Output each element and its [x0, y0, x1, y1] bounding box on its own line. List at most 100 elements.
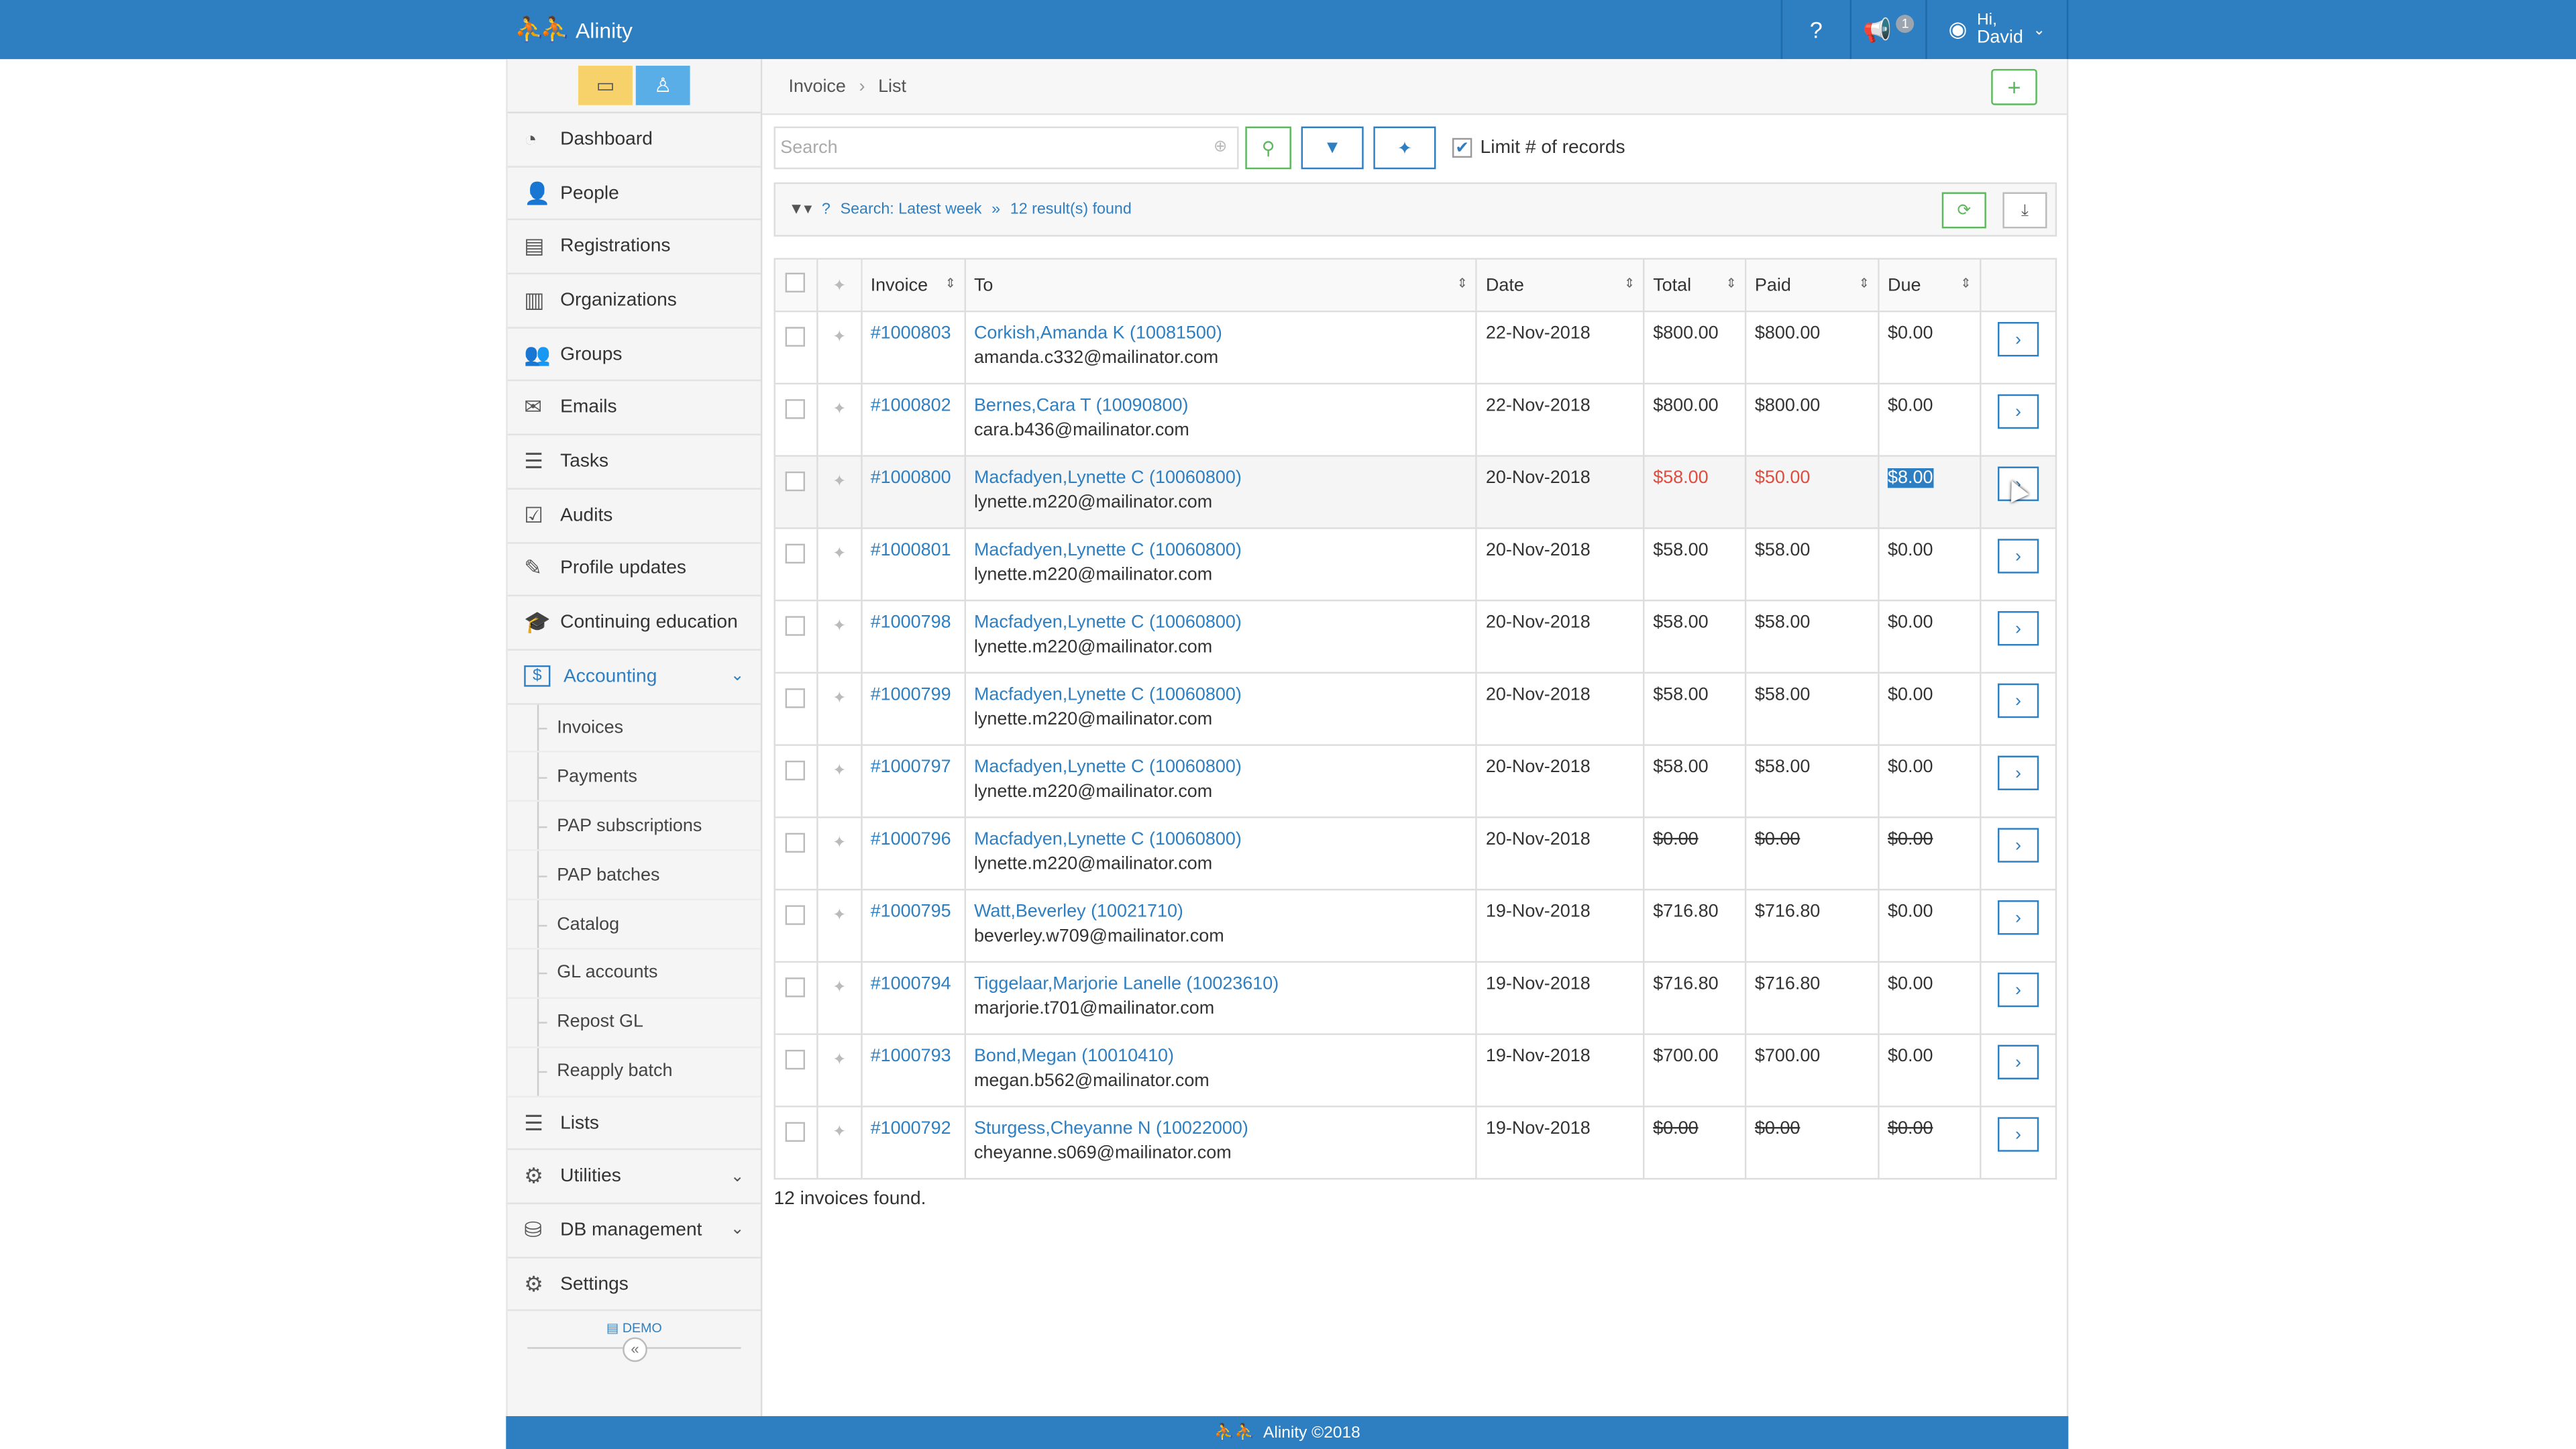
- sidebar-subitem-gl-accounts[interactable]: GL accounts: [507, 949, 761, 999]
- table-row[interactable]: ✦ #1000801 Macfadyen,Lynette C (10060800) l…: [773, 527, 2057, 602]
- person-link[interactable]: Macfadyen,Lynette C (10060800): [974, 830, 1242, 849]
- sidebar-item-lists[interactable]: ☰ Lists: [507, 1097, 761, 1151]
- header-date[interactable]: Date ⇕: [1476, 258, 1645, 313]
- person-link[interactable]: Watt,Beverley (10021710): [974, 902, 1183, 922]
- pin-icon[interactable]: ✦: [833, 401, 847, 419]
- limit-records-checkbox[interactable]: ✔ Limit # of records: [1452, 138, 1625, 158]
- person-link[interactable]: Bond,Megan (10010410): [974, 1046, 1174, 1066]
- pin-icon[interactable]: ✦: [833, 762, 847, 780]
- person-link[interactable]: Sturgess,Cheyanne N (10022000): [974, 1119, 1248, 1138]
- person-link[interactable]: Bernes,Cara T (10090800): [974, 396, 1188, 415]
- row-checkbox[interactable]: [786, 1049, 806, 1070]
- sidebar-item-continuing-education[interactable]: 🎓 Continuing education: [507, 596, 761, 651]
- search-description[interactable]: Search: Latest week: [841, 201, 982, 219]
- pin-button[interactable]: ✦: [1373, 126, 1436, 170]
- person-link[interactable]: Macfadyen,Lynette C (10060800): [974, 468, 1242, 488]
- invoice-link[interactable]: #1000802: [871, 396, 951, 415]
- help-icon[interactable]: ?: [822, 201, 830, 219]
- user-menu[interactable]: ◉ Hi, David ⌄: [1925, 0, 2069, 60]
- row-checkbox[interactable]: [786, 760, 806, 781]
- collapse-sidebar-button[interactable]: «: [623, 1338, 647, 1363]
- sidebar-item-accounting[interactable]: $ Accounting ⌄: [507, 650, 761, 704]
- sidebar-subitem-catalog[interactable]: Catalog: [507, 900, 761, 950]
- open-invoice-button[interactable]: ›: [1997, 322, 2039, 357]
- desktop-view-button[interactable]: ▭: [578, 65, 633, 105]
- table-row[interactable]: ✦ #1000800 Macfadyen,Lynette C (10060800) l…: [773, 455, 2057, 529]
- sidebar-item-groups[interactable]: 👥 Groups: [507, 328, 761, 382]
- search-input[interactable]: Search ⊕: [773, 126, 1239, 170]
- pin-icon[interactable]: ✦: [833, 473, 847, 491]
- person-link[interactable]: Macfadyen,Lynette C (10060800): [974, 757, 1242, 777]
- header-invoice[interactable]: Invoice ⇕: [861, 258, 966, 313]
- download-button[interactable]: ⤓: [2002, 192, 2047, 229]
- open-invoice-button[interactable]: ›: [1997, 828, 2039, 863]
- open-invoice-button[interactable]: ›: [1997, 972, 2039, 1008]
- notifications-button[interactable]: 📢 1: [1849, 0, 1926, 60]
- pin-icon[interactable]: ✦: [833, 618, 847, 636]
- row-checkbox[interactable]: [786, 1122, 806, 1142]
- pin-icon[interactable]: ✦: [833, 545, 847, 564]
- row-checkbox[interactable]: [786, 616, 806, 636]
- table-row[interactable]: ✦ #1000795 Watt,Beverley (10021710) beverle…: [773, 888, 2057, 963]
- invoice-link[interactable]: #1000796: [871, 830, 951, 849]
- sidebar-item-profile-updates[interactable]: ✎ Profile updates: [507, 543, 761, 597]
- open-invoice-button[interactable]: ›: [1997, 683, 2039, 718]
- invoice-link[interactable]: #1000793: [871, 1046, 951, 1066]
- filter-button[interactable]: ▼: [1301, 126, 1364, 170]
- invoice-link[interactable]: #1000803: [871, 323, 951, 343]
- sidebar-subitem-payments[interactable]: Payments: [507, 753, 761, 802]
- app-logo[interactable]: ⛹⛹ Alinity: [515, 15, 633, 44]
- open-invoice-button[interactable]: ›: [1997, 755, 2039, 790]
- invoice-link[interactable]: #1000798: [871, 612, 951, 632]
- row-checkbox[interactable]: [786, 977, 806, 998]
- table-row[interactable]: ✦ #1000793 Bond,Megan (10010410) megan.b562…: [773, 1033, 2057, 1108]
- pin-icon[interactable]: ✦: [833, 979, 847, 998]
- sidebar-item-organizations[interactable]: ▥ Organizations: [507, 274, 761, 329]
- row-checkbox[interactable]: [786, 327, 806, 347]
- row-checkbox[interactable]: [786, 905, 806, 925]
- header-to[interactable]: To ⇕: [964, 258, 1478, 313]
- open-invoice-button[interactable]: ›: [1997, 539, 2039, 574]
- sidebar-item-settings[interactable]: ⚙ Settings: [507, 1258, 761, 1312]
- person-link[interactable]: Macfadyen,Lynette C (10060800): [974, 612, 1242, 632]
- row-checkbox[interactable]: [786, 688, 806, 708]
- table-row[interactable]: ✦ #1000796 Macfadyen,Lynette C (10060800) l…: [773, 816, 2057, 891]
- select-all-checkbox[interactable]: [786, 272, 806, 292]
- pin-icon[interactable]: ✦: [833, 329, 847, 347]
- sidebar-item-dashboard[interactable]: ◔ Dashboard: [507, 113, 761, 168]
- invoice-link[interactable]: #1000799: [871, 685, 951, 704]
- invoice-link[interactable]: #1000797: [871, 757, 951, 777]
- table-row[interactable]: ✦ #1000803 Corkish,Amanda K (10081500) aman…: [773, 310, 2057, 385]
- sidebar-subitem-pap-batches[interactable]: PAP batches: [507, 851, 761, 901]
- open-invoice-button[interactable]: ›: [1997, 900, 2039, 935]
- person-view-button[interactable]: ♙: [635, 65, 690, 105]
- sidebar-item-registrations[interactable]: ▤ Registrations: [507, 221, 761, 275]
- row-checkbox[interactable]: [786, 399, 806, 419]
- sidebar-subitem-invoices[interactable]: Invoices: [507, 704, 761, 753]
- sidebar-item-tasks[interactable]: ☰ Tasks: [507, 435, 761, 490]
- person-link[interactable]: Macfadyen,Lynette C (10060800): [974, 685, 1242, 704]
- pin-icon[interactable]: ✦: [833, 690, 847, 708]
- refresh-button[interactable]: ⟳: [1941, 192, 1986, 229]
- invoice-link[interactable]: #1000795: [871, 902, 951, 922]
- table-row[interactable]: ✦ #1000792 Sturgess,Cheyanne N (10022000) c…: [773, 1106, 2057, 1180]
- person-link[interactable]: Macfadyen,Lynette C (10060800): [974, 541, 1242, 560]
- sidebar-item-emails[interactable]: ✉ Emails: [507, 382, 761, 436]
- table-row[interactable]: ✦ #1000794 Tiggelaar,Marjorie Lanelle (100…: [773, 961, 2057, 1035]
- header-paid[interactable]: Paid ⇕: [1745, 258, 1880, 313]
- clear-search-icon[interactable]: ⊕: [1214, 138, 1228, 156]
- person-link[interactable]: Corkish,Amanda K (10081500): [974, 323, 1222, 343]
- open-invoice-button[interactable]: ›: [1997, 611, 2039, 646]
- sidebar-item-utilities[interactable]: ⚙ Utilities ⌄: [507, 1150, 761, 1205]
- filter-dropdown-icon[interactable]: ▼▾: [789, 201, 812, 219]
- pin-icon[interactable]: ✦: [833, 1051, 847, 1069]
- sidebar-item-db-management[interactable]: ⛁ DB management ⌄: [507, 1204, 761, 1258]
- help-button[interactable]: ?: [1780, 0, 1850, 60]
- sidebar-subitem-pap-subscriptions[interactable]: PAP subscriptions: [507, 802, 761, 852]
- pin-icon[interactable]: ✦: [833, 907, 847, 925]
- row-checkbox[interactable]: [786, 543, 806, 564]
- open-invoice-button[interactable]: ›: [1997, 1117, 2039, 1152]
- header-total[interactable]: Total ⇕: [1643, 258, 1747, 313]
- add-invoice-button[interactable]: +: [1991, 68, 2037, 105]
- invoice-link[interactable]: #1000794: [871, 974, 951, 994]
